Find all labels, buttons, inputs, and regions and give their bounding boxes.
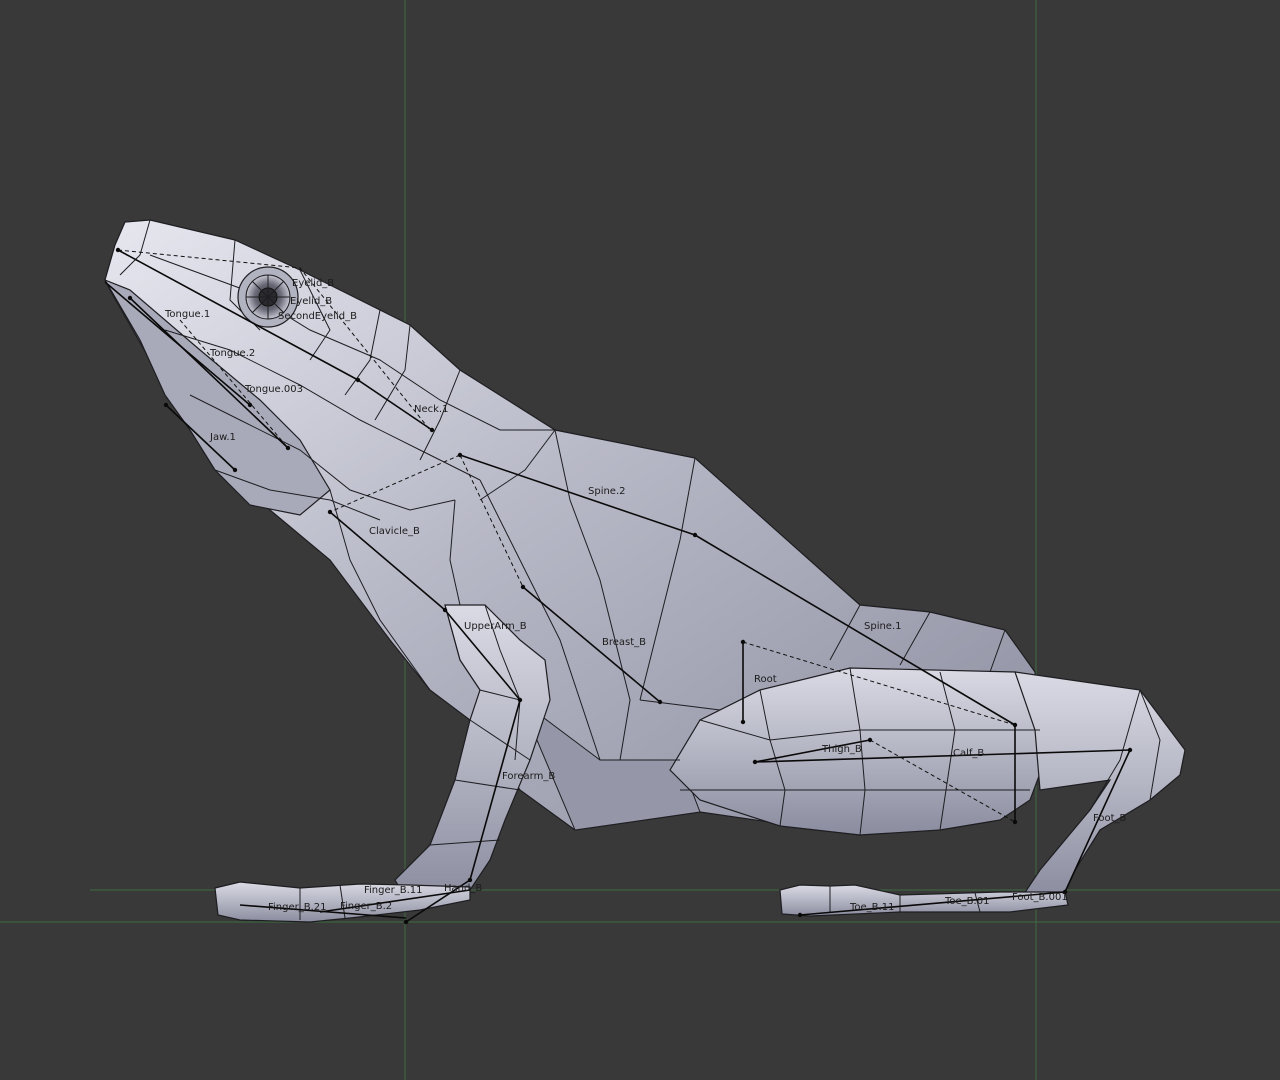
- 3d-viewport[interactable]: Tongue.1 Tongue.2 Tongue.003 Jaw.1 Eyeli…: [0, 0, 1280, 1080]
- label-foot-b: Foot_B: [1093, 813, 1127, 824]
- label-jaw: Jaw.1: [209, 432, 236, 443]
- label-forearm-b: Forearm_B: [502, 771, 555, 782]
- label-root: Root: [754, 674, 777, 685]
- label-calf-b: Calf_B: [953, 748, 984, 759]
- label-upperarm-b: UpperArm_B: [464, 621, 527, 632]
- viewport-canvas[interactable]: Tongue.1 Tongue.2 Tongue.003 Jaw.1 Eyeli…: [0, 0, 1280, 1080]
- label-clavicle-b: Clavicle_B: [369, 526, 420, 537]
- label-spine-2: Spine.2: [588, 486, 626, 497]
- label-foot-b-001: Foot_B.001: [1012, 892, 1068, 903]
- label-finger-b-21: Finger_B.21: [268, 902, 327, 913]
- label-finger-b-11: Finger_B.11: [364, 885, 423, 896]
- label-toe-b-01: Toe_B.01: [944, 896, 989, 907]
- label-toe-b-11: Toe_B.11: [849, 902, 894, 913]
- label-finger-b-2: Finger_B.2: [340, 901, 392, 912]
- label-eyelid-top: Eyelid_B: [292, 278, 334, 289]
- label-tongue-003: Tongue.003: [244, 384, 303, 395]
- label-second-eyelid: SecondEyelid_B: [278, 311, 357, 322]
- frog-mesh[interactable]: [103, 219, 1186, 923]
- label-neck-1: Neck.1: [414, 404, 448, 415]
- label-tongue-1: Tongue.1: [164, 309, 210, 320]
- frog-calf: [1014, 671, 1186, 901]
- label-breast-b: Breast_B: [602, 637, 646, 648]
- label-hand-b: Hand_B: [444, 883, 482, 894]
- label-tongue-2: Tongue.2: [209, 348, 255, 359]
- label-thigh-b: Thigh_B: [821, 744, 862, 755]
- label-spine-1: Spine.1: [864, 621, 902, 632]
- label-eyelid-lower: Eyelid_B: [290, 296, 332, 307]
